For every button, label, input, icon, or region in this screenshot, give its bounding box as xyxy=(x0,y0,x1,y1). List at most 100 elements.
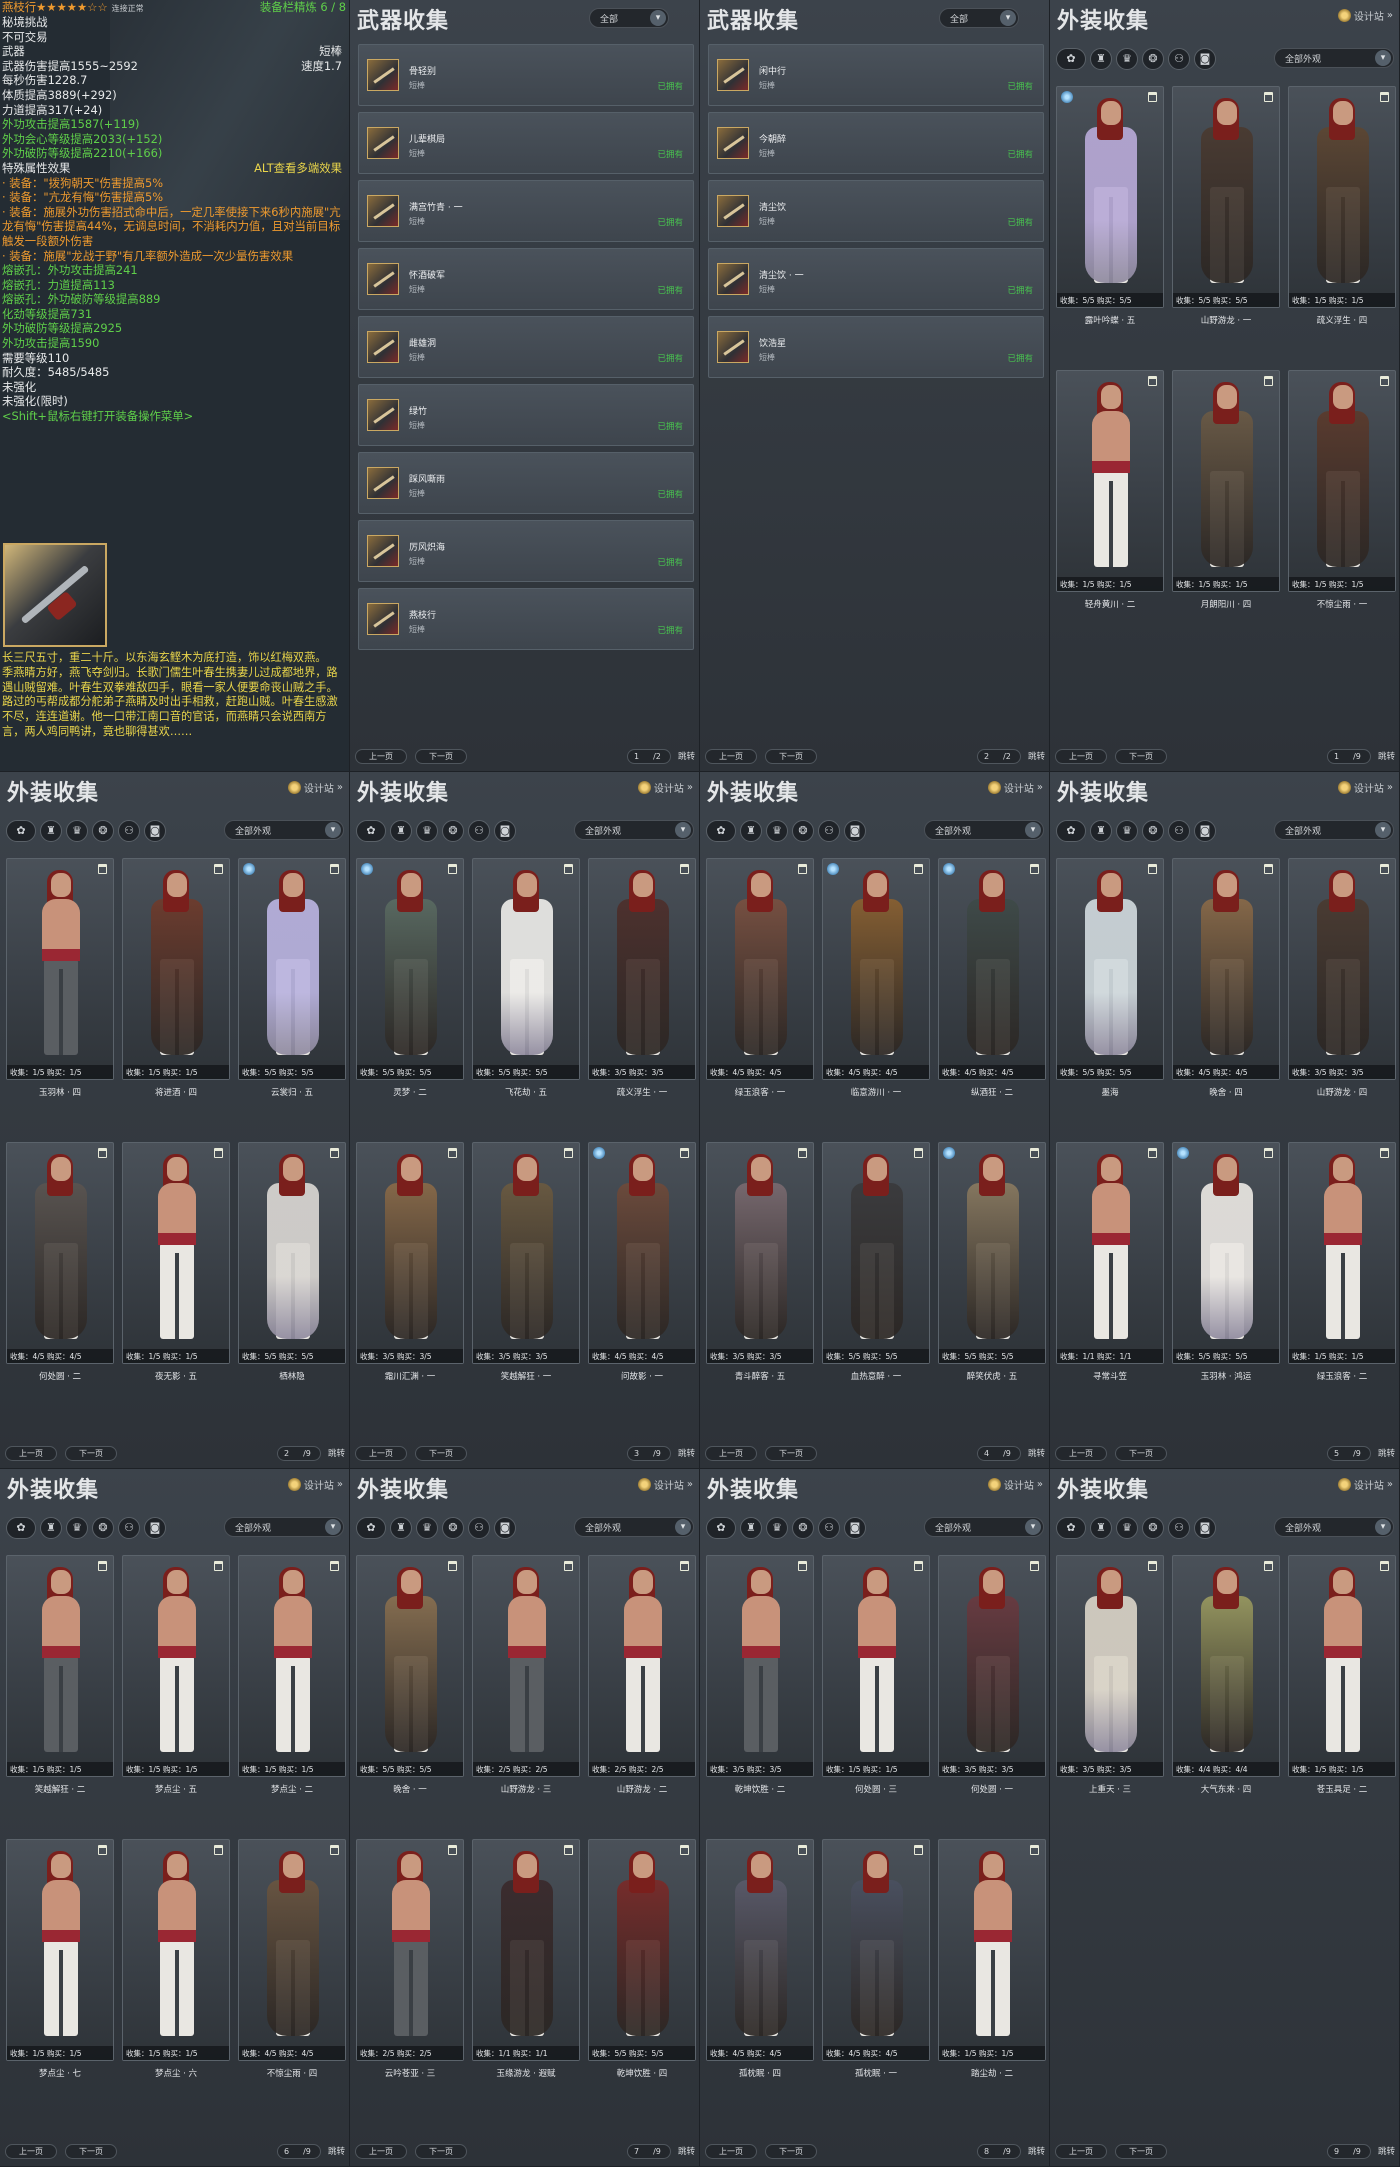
trash-icon[interactable] xyxy=(98,1845,107,1855)
pendant-icon[interactable]: ⚇ xyxy=(1168,48,1190,70)
outfit-card[interactable]: 收集：3/5 购买：3/5 霜川汇渊 · 一 xyxy=(356,1142,464,1382)
outfit-card[interactable]: 收集：2/5 购买：2/5 山野游龙 · 三 xyxy=(472,1555,580,1795)
design-station-link[interactable]: 设计站» xyxy=(287,780,343,795)
outfit-all-icon[interactable]: ✿ xyxy=(1056,48,1086,70)
clothes-icon[interactable]: ♜ xyxy=(390,820,412,842)
outfit-card[interactable]: 收集：5/5 购买：5/5 血热意醉 · 一 xyxy=(822,1142,930,1382)
weapon-item[interactable]: 清尘饮 · 一短棒 已拥有 xyxy=(708,248,1044,310)
prev-page-button[interactable]: 上一页 xyxy=(5,1446,57,1461)
cloak-icon[interactable]: ❂ xyxy=(92,1517,114,1539)
weapon-item[interactable]: 骨轻别 短棒 已拥有 xyxy=(358,44,694,106)
outfit-all-icon[interactable]: ✿ xyxy=(706,1517,736,1539)
outfit-card[interactable]: 收集：4/5 购买：4/5 孤枕眠 · 四 xyxy=(706,1839,814,2079)
outfit-filter-dropdown[interactable]: 全部外观 ▾ xyxy=(1274,820,1394,840)
outfit-card[interactable]: 收集：5/5 购买：5/5 灵梦 · 二 xyxy=(356,858,464,1098)
design-station-link[interactable]: 设计站» xyxy=(987,1477,1043,1492)
trash-icon[interactable] xyxy=(448,1561,457,1571)
cloak-icon[interactable]: ❂ xyxy=(442,1517,464,1539)
trash-icon[interactable] xyxy=(448,864,457,874)
trash-icon[interactable] xyxy=(914,864,923,874)
outfit-filter-dropdown[interactable]: 全部外观 ▾ xyxy=(1274,48,1394,68)
clothes-icon[interactable]: ♜ xyxy=(1090,1517,1112,1539)
trash-icon[interactable] xyxy=(1380,1148,1389,1158)
bag-icon[interactable]: ◙ xyxy=(494,820,516,842)
weapon-item[interactable]: 踩风嘶雨 短棒 已拥有 xyxy=(358,452,694,514)
design-station-link[interactable]: 设计站» xyxy=(1337,780,1393,795)
page-indicator[interactable]: 2/9 xyxy=(277,1446,321,1461)
hat-icon[interactable]: ♛ xyxy=(766,820,788,842)
weapon-item[interactable]: 清尘饮 短棒 已拥有 xyxy=(708,180,1044,242)
outfit-all-icon[interactable]: ✿ xyxy=(6,1517,36,1539)
next-page-button[interactable]: 下一页 xyxy=(1115,1446,1167,1461)
weapon-filter-dropdown[interactable]: 全部 ▾ xyxy=(939,8,1019,28)
hat-icon[interactable]: ♛ xyxy=(416,1517,438,1539)
outfit-card[interactable]: 收集：4/5 购买：4/5 纵酒狂 · 二 xyxy=(938,858,1046,1098)
cloak-icon[interactable]: ❂ xyxy=(1142,48,1164,70)
outfit-card[interactable]: 收集：1/5 购买：1/5 绿玉浪客 · 二 xyxy=(1288,1142,1396,1382)
outfit-card[interactable]: 收集：1/5 购买：1/5 何处圆 · 三 xyxy=(822,1555,930,1795)
page-indicator[interactable]: 9/9 xyxy=(1327,2144,1371,2159)
outfit-all-icon[interactable]: ✿ xyxy=(356,820,386,842)
outfit-card[interactable]: 收集：1/5 购买：1/5 梦点尘 · 二 xyxy=(238,1555,346,1795)
outfit-card[interactable]: 收集：5/5 购买：5/5 山野游龙 · 一 xyxy=(1172,86,1280,326)
outfit-card[interactable]: 收集：2/5 购买：2/5 山野游龙 · 二 xyxy=(588,1555,696,1795)
trash-icon[interactable] xyxy=(1030,1845,1039,1855)
prev-page-button[interactable]: 上一页 xyxy=(355,2144,407,2159)
next-page-button[interactable]: 下一页 xyxy=(65,1446,117,1461)
outfit-card[interactable]: 收集：1/5 购买：1/5 笑越解狂 · 二 xyxy=(6,1555,114,1795)
pendant-icon[interactable]: ⚇ xyxy=(468,820,490,842)
trash-icon[interactable] xyxy=(98,1148,107,1158)
bag-icon[interactable]: ◙ xyxy=(494,1517,516,1539)
jump-button[interactable]: 跳转 xyxy=(678,2145,695,2157)
prev-page-button[interactable]: 上一页 xyxy=(1055,749,1107,764)
bag-icon[interactable]: ◙ xyxy=(844,820,866,842)
weapon-item[interactable]: 怀酒破军 短棒 已拥有 xyxy=(358,248,694,310)
outfit-card[interactable]: 收集：1/5 购买：1/5 疏义浮生 · 四 xyxy=(1288,86,1396,326)
trash-icon[interactable] xyxy=(1148,376,1157,386)
outfit-card[interactable]: 收集：5/5 购买：5/5 飞花劫 · 五 xyxy=(472,858,580,1098)
outfit-card[interactable]: 收集：5/5 购买：5/5 栖林隐 xyxy=(238,1142,346,1382)
trash-icon[interactable] xyxy=(680,1561,689,1571)
trash-icon[interactable] xyxy=(1030,864,1039,874)
trash-icon[interactable] xyxy=(1030,1148,1039,1158)
bag-icon[interactable]: ◙ xyxy=(144,1517,166,1539)
next-page-button[interactable]: 下一页 xyxy=(415,749,467,764)
trash-icon[interactable] xyxy=(1264,864,1273,874)
outfit-card[interactable]: 收集：4/5 购买：4/5 临意游川 · 一 xyxy=(822,858,930,1098)
outfit-all-icon[interactable]: ✿ xyxy=(6,820,36,842)
outfit-filter-dropdown[interactable]: 全部外观 ▾ xyxy=(574,1517,694,1537)
pendant-icon[interactable]: ⚇ xyxy=(118,820,140,842)
item-name[interactable]: 燕枝行★★★★★☆☆ xyxy=(2,0,108,14)
outfit-card[interactable]: 收集：3/5 购买：3/5 青斗醉客 · 五 xyxy=(706,1142,814,1382)
page-indicator[interactable]: 6/9 xyxy=(277,2144,321,2159)
weapon-item[interactable]: 闲中行 短棒 已拥有 xyxy=(708,44,1044,106)
outfit-card[interactable]: 收集：3/5 购买：3/5 何处圆 · 一 xyxy=(938,1555,1046,1795)
outfit-card[interactable]: 收集：5/5 购买：5/5 露叶吟蝶 · 五 xyxy=(1056,86,1164,326)
cloak-icon[interactable]: ❂ xyxy=(792,1517,814,1539)
cloak-icon[interactable]: ❂ xyxy=(792,820,814,842)
pendant-icon[interactable]: ⚇ xyxy=(118,1517,140,1539)
jump-button[interactable]: 跳转 xyxy=(1378,2145,1395,2157)
trash-icon[interactable] xyxy=(798,864,807,874)
trash-icon[interactable] xyxy=(914,1561,923,1571)
page-indicator[interactable]: 3/9 xyxy=(627,1446,671,1461)
outfit-card[interactable]: 收集：5/5 购买：5/5 墨海 xyxy=(1056,858,1164,1098)
outfit-card[interactable]: 收集：1/5 购买：1/5 月朗阳川 · 四 xyxy=(1172,370,1280,610)
page-indicator[interactable]: 2/2 xyxy=(977,749,1021,764)
clothes-icon[interactable]: ♜ xyxy=(1090,820,1112,842)
prev-page-button[interactable]: 上一页 xyxy=(1055,2144,1107,2159)
jump-button[interactable]: 跳转 xyxy=(1378,1447,1395,1459)
trash-icon[interactable] xyxy=(1148,1148,1157,1158)
hat-icon[interactable]: ♛ xyxy=(416,820,438,842)
trash-icon[interactable] xyxy=(1380,376,1389,386)
page-indicator[interactable]: 8/9 xyxy=(977,2144,1021,2159)
trash-icon[interactable] xyxy=(1264,1148,1273,1158)
trash-icon[interactable] xyxy=(564,1561,573,1571)
next-page-button[interactable]: 下一页 xyxy=(1115,2144,1167,2159)
trash-icon[interactable] xyxy=(914,1148,923,1158)
jump-button[interactable]: 跳转 xyxy=(1378,750,1395,762)
trash-icon[interactable] xyxy=(680,1148,689,1158)
next-page-button[interactable]: 下一页 xyxy=(415,2144,467,2159)
clothes-icon[interactable]: ♜ xyxy=(740,820,762,842)
outfit-all-icon[interactable]: ✿ xyxy=(1056,820,1086,842)
